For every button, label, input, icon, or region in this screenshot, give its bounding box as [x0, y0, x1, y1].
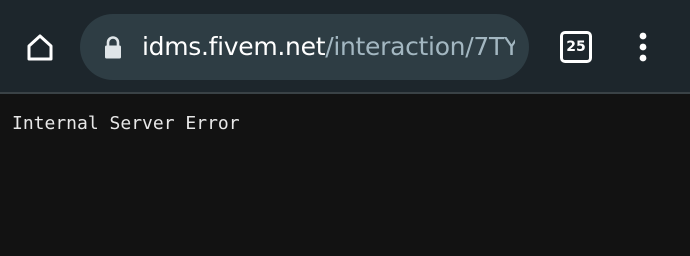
- url-text[interactable]: idms.fivem.net/interaction/7TYl: [142, 14, 515, 80]
- url-path: /interaction/7TYl: [325, 32, 515, 61]
- url-host: idms.fivem.net: [142, 32, 326, 61]
- tab-switcher-button[interactable]: 25: [554, 25, 598, 69]
- home-button[interactable]: [16, 23, 64, 71]
- menu-button[interactable]: [620, 23, 666, 71]
- home-icon: [27, 34, 53, 61]
- more-vert-icon: [639, 32, 647, 62]
- tab-count: 25: [560, 31, 592, 63]
- address-bar[interactable]: idms.fivem.net/interaction/7TYl: [80, 14, 529, 80]
- lock-icon[interactable]: [101, 35, 125, 59]
- page-content: Internal Server Error: [0, 94, 690, 136]
- browser-toolbar: idms.fivem.net/interaction/7TYl 25: [0, 0, 690, 94]
- error-message: Internal Server Error: [12, 113, 240, 134]
